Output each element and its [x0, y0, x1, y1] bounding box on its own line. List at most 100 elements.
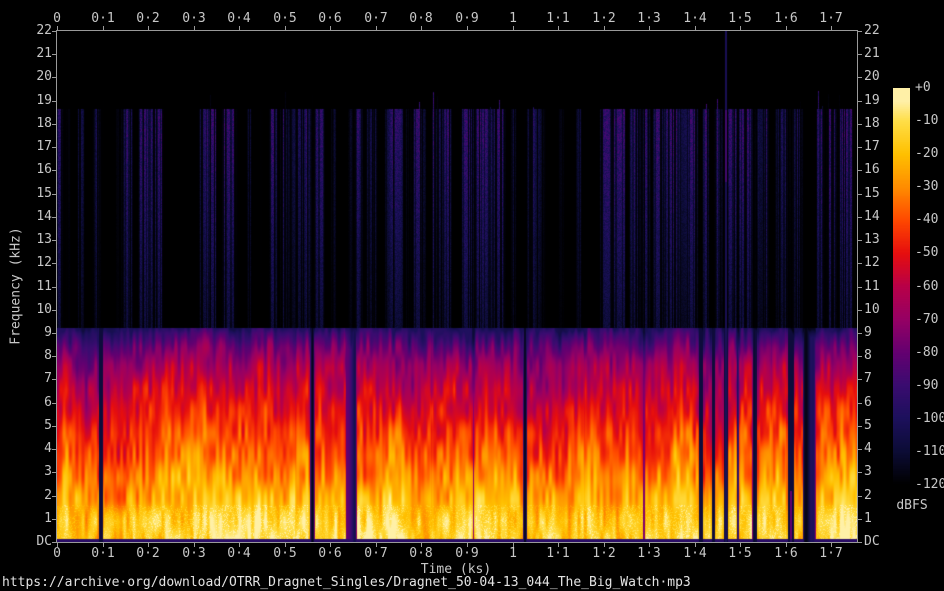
- y-tick-mark-left: [52, 472, 56, 473]
- colorbar-tick-label: +0: [915, 80, 931, 95]
- colorbar-tick-label: -80: [915, 345, 939, 360]
- x-tick-label-bottom: 1·6: [774, 546, 798, 561]
- x-tick-label-top: 0·4: [227, 11, 251, 26]
- y-tick-mark-left: [52, 217, 56, 218]
- y-tick-label-left: 2: [44, 488, 52, 503]
- x-tick-label-top: 0·7: [364, 11, 388, 26]
- y-tick-mark-right: [858, 54, 862, 55]
- x-tick-mark-top: [740, 26, 741, 30]
- x-tick-mark-top: [786, 26, 787, 30]
- x-tick-mark-top: [103, 26, 104, 30]
- x-tick-label-top: 1: [509, 11, 517, 26]
- x-tick-label-bottom: 1·5: [728, 546, 752, 561]
- y-tick-label-left: 19: [36, 93, 52, 108]
- y-tick-mark-right: [858, 124, 862, 125]
- y-tick-label-left: 17: [36, 139, 52, 154]
- y-tick-mark-left: [52, 496, 56, 497]
- y-tick-mark-right: [858, 147, 862, 148]
- x-tick-label-top: 1·4: [683, 11, 707, 26]
- colorbar-tick-label: -100: [915, 411, 944, 426]
- x-tick-label-top: 0·6: [318, 11, 342, 26]
- x-tick-mark-top: [239, 26, 240, 30]
- y-tick-mark-right: [858, 519, 862, 520]
- x-tick-label-top: 1·7: [819, 11, 843, 26]
- y-tick-label-left: 22: [36, 23, 52, 38]
- y-tick-label-left: 3: [44, 464, 52, 479]
- y-tick-mark-right: [858, 77, 862, 78]
- x-tick-label-bottom: 1·7: [819, 546, 843, 561]
- y-tick-mark-right: [858, 263, 862, 264]
- x-tick-label-bottom: 0·2: [136, 546, 160, 561]
- y-tick-mark-left: [52, 287, 56, 288]
- colorbar-tick-label: -20: [915, 146, 939, 161]
- y-tick-label-right: 1: [864, 511, 872, 526]
- x-tick-label-bottom: 1·4: [683, 546, 707, 561]
- colorbar-tick-label: -110: [915, 444, 944, 459]
- x-tick-label-bottom: 1: [509, 546, 517, 561]
- y-tick-label-right: 22: [864, 23, 880, 38]
- x-tick-mark-top: [421, 26, 422, 30]
- y-tick-mark-right: [858, 403, 862, 404]
- colorbar-gradient: [893, 88, 910, 485]
- x-tick-label-bottom: 0·6: [318, 546, 342, 561]
- x-tick-label-top: 0·9: [455, 11, 479, 26]
- y-tick-mark-left: [52, 240, 56, 241]
- y-tick-mark-left: [52, 310, 56, 311]
- x-tick-label-bottom: 1·3: [637, 546, 661, 561]
- x-tick-mark-top: [194, 26, 195, 30]
- y-tick-mark-right: [858, 356, 862, 357]
- x-tick-label-top: 1·2: [592, 11, 616, 26]
- y-axis-title: Frequency (kHz): [8, 227, 24, 345]
- y-tick-label-left: 20: [36, 69, 52, 84]
- colorbar-unit-label: dBFS: [896, 498, 928, 513]
- x-tick-label-top: 0·1: [91, 11, 115, 26]
- y-tick-mark-left: [52, 124, 56, 125]
- x-tick-label-bottom: 0·3: [182, 546, 206, 561]
- y-tick-mark-left: [52, 194, 56, 195]
- x-tick-mark-top: [467, 26, 468, 30]
- y-tick-mark-left: [52, 170, 56, 171]
- x-tick-label-top: 1·1: [546, 11, 570, 26]
- source-url-caption: https://archive·org/download/OTRR_Dragne…: [2, 575, 691, 590]
- x-tick-mark-top: [285, 26, 286, 30]
- colorbar-tick-label: -50: [915, 245, 939, 260]
- x-tick-label-bottom: 0: [53, 546, 61, 561]
- y-tick-label-left: 16: [36, 162, 52, 177]
- y-tick-mark-right: [858, 101, 862, 102]
- x-tick-mark-top: [695, 26, 696, 30]
- y-tick-mark-right: [858, 240, 862, 241]
- y-tick-mark-right: [858, 426, 862, 427]
- x-tick-label-bottom: 0·9: [455, 546, 479, 561]
- y-tick-label-left: 1: [44, 511, 52, 526]
- colorbar-tick-label: -40: [915, 212, 939, 227]
- y-tick-label-left: 18: [36, 116, 52, 131]
- x-tick-label-bottom: 0·7: [364, 546, 388, 561]
- x-tick-label-top: 1·6: [774, 11, 798, 26]
- x-tick-label-top: 0·2: [136, 11, 160, 26]
- y-tick-mark-left: [52, 101, 56, 102]
- y-tick-mark-left: [52, 31, 56, 32]
- y-tick-label-left: 7: [44, 371, 52, 386]
- x-tick-mark-top: [513, 26, 514, 30]
- y-tick-label-right: DC: [864, 534, 880, 549]
- y-tick-mark-right: [858, 194, 862, 195]
- y-tick-mark-left: [52, 333, 56, 334]
- y-tick-mark-left: [52, 54, 56, 55]
- x-tick-mark-top: [558, 26, 559, 30]
- x-tick-mark-top: [330, 26, 331, 30]
- x-tick-label-bottom: 1·2: [592, 546, 616, 561]
- x-tick-label-bottom: 0·5: [273, 546, 297, 561]
- y-tick-label-right: 20: [864, 69, 880, 84]
- y-tick-mark-right: [858, 217, 862, 218]
- y-tick-label-left: 5: [44, 418, 52, 433]
- y-tick-mark-right: [858, 310, 862, 311]
- y-tick-label-left: 8: [44, 348, 52, 363]
- y-tick-mark-right: [858, 496, 862, 497]
- y-tick-mark-left: [52, 263, 56, 264]
- x-tick-label-bottom: 0·4: [227, 546, 251, 561]
- y-tick-mark-left: [52, 542, 56, 543]
- x-tick-mark-top: [604, 26, 605, 30]
- y-tick-mark-right: [858, 170, 862, 171]
- y-tick-mark-right: [858, 472, 862, 473]
- colorbar-tick-label: -10: [915, 113, 939, 128]
